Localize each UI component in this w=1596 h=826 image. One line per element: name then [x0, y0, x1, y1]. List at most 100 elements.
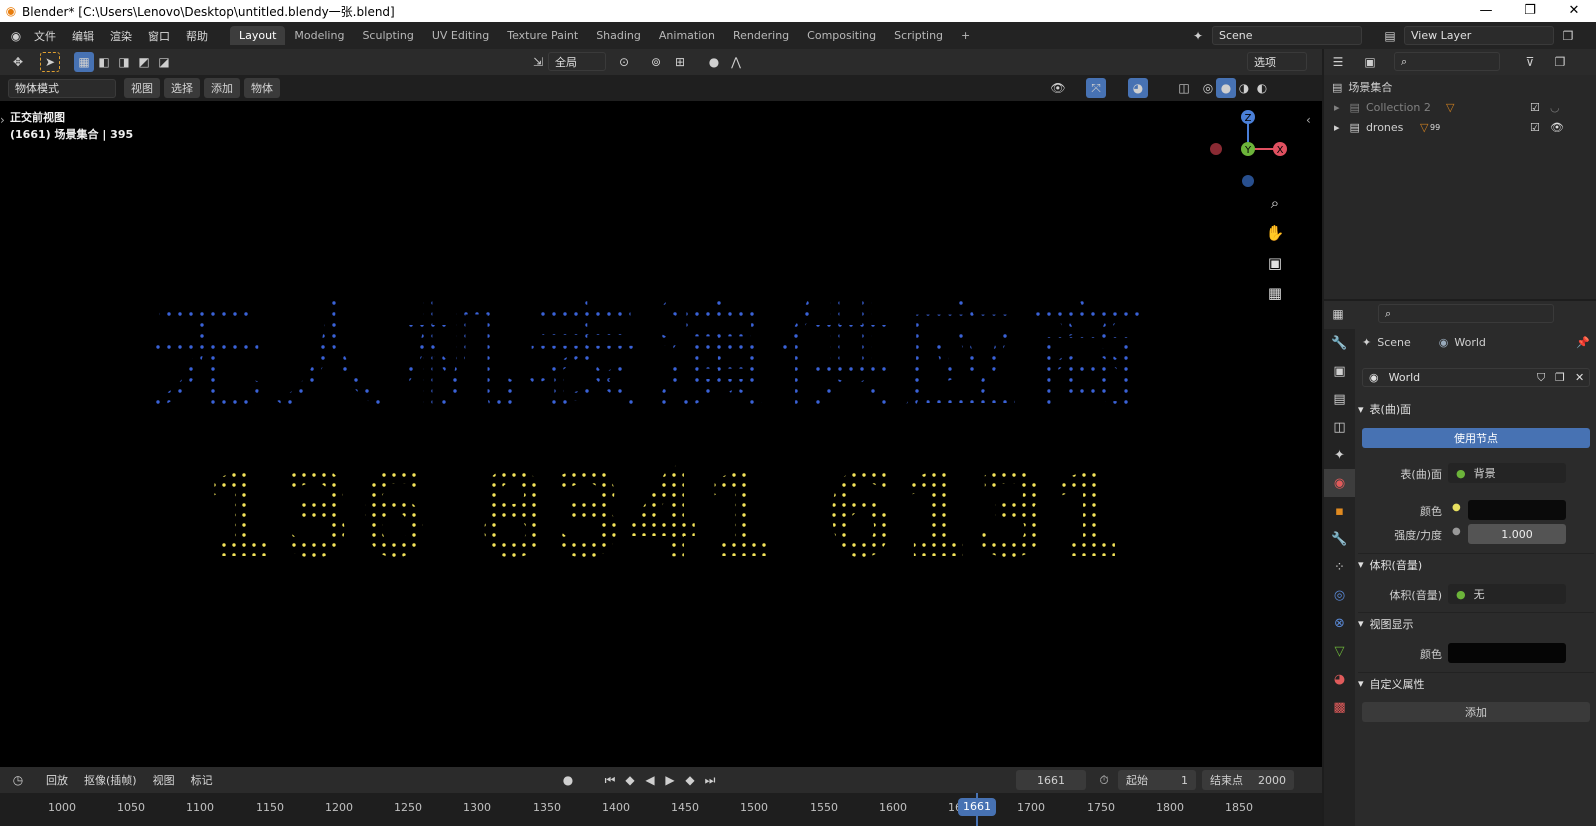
timeline-ruler[interactable]: 1000 1050 1100 1150 1200 1250 1300 1350 …	[0, 793, 1322, 826]
stopwatch-icon[interactable]: ⏱	[1094, 770, 1114, 790]
tab-texture-paint[interactable]: Texture Paint	[498, 26, 587, 45]
camera-view-icon[interactable]: ▣	[1262, 250, 1288, 276]
maximize-button[interactable]: ❐	[1508, 0, 1552, 22]
menu-window[interactable]: 窗口	[140, 28, 178, 44]
tab-view-layer-icon[interactable]: ◫	[1324, 413, 1355, 441]
outliner-editor-icon[interactable]: ☰	[1328, 52, 1348, 72]
tab-animation[interactable]: Animation	[650, 26, 724, 45]
tab-modifier-icon[interactable]: 🔧	[1324, 525, 1355, 553]
tab-shading[interactable]: Shading	[587, 26, 650, 45]
expand-arrow-icon[interactable]: ▸	[1334, 101, 1340, 114]
snap-icon[interactable]: ⊚	[646, 52, 666, 72]
select-extend-icon[interactable]: ◧	[94, 52, 114, 72]
outliner-search[interactable]: ⌕	[1394, 52, 1500, 71]
strength-field[interactable]: 1.000	[1468, 524, 1566, 544]
tab-output-icon[interactable]: ▤	[1324, 385, 1355, 413]
filter-icon[interactable]: ⊽	[1520, 52, 1540, 72]
select-intersect-icon[interactable]: ◪	[154, 52, 174, 72]
jump-start-icon[interactable]: ⏮	[600, 770, 620, 790]
timeline-editor-icon[interactable]: ◷	[8, 770, 28, 790]
pan-hand-icon[interactable]: ✋	[1262, 220, 1288, 246]
tab-constraints-icon[interactable]: ⊗	[1324, 609, 1355, 637]
wireframe-shading-icon[interactable]: ◎	[1198, 78, 1218, 98]
include-checkbox[interactable]: ☑	[1530, 101, 1540, 114]
3d-viewport[interactable]: 正交前视图 (1661) 场景集合 | 395 无人机表演供应商 136 834…	[0, 101, 1322, 767]
playhead[interactable]: 1661	[958, 798, 996, 816]
tab-rendering[interactable]: Rendering	[724, 26, 798, 45]
tab-sculpting[interactable]: Sculpting	[353, 26, 422, 45]
new-collection-icon[interactable]: ❐	[1550, 52, 1570, 72]
minimize-button[interactable]: —	[1464, 0, 1508, 22]
visibility-closed-icon[interactable]: ◡	[1550, 101, 1560, 114]
proportional-edit-icon[interactable]: ●	[704, 52, 724, 72]
add-workspace-button[interactable]: +	[952, 26, 979, 45]
pivot-icon[interactable]: ⊙	[614, 52, 634, 72]
close-button[interactable]: ✕	[1552, 0, 1596, 22]
view-layer-new-icon[interactable]: ❐	[1558, 26, 1578, 46]
menu-add[interactable]: 添加	[204, 78, 240, 98]
menu-edit[interactable]: 编辑	[64, 28, 102, 44]
tab-render-icon[interactable]: ▣	[1324, 357, 1355, 385]
gizmo-neg-x-axis[interactable]	[1210, 143, 1222, 155]
tab-object-icon[interactable]: ▪	[1324, 497, 1355, 525]
use-nodes-button[interactable]: 使用节点	[1362, 428, 1590, 448]
menu-keying[interactable]: 抠像(插帧)	[76, 772, 145, 788]
end-frame-field[interactable]: 结束点 2000	[1202, 770, 1294, 790]
sidebar-toggle-icon[interactable]: ‹	[1306, 113, 1311, 127]
menu-timeline-view[interactable]: 视图	[145, 772, 183, 788]
scene-icon[interactable]: ✦	[1188, 26, 1208, 46]
mode-dropdown[interactable]: 物体模式	[8, 78, 116, 98]
tab-layout[interactable]: Layout	[230, 26, 286, 45]
xray-icon[interactable]: ◫	[1174, 78, 1194, 98]
add-property-button[interactable]: 添加	[1362, 702, 1590, 722]
unlink-icon[interactable]: ✕	[1575, 371, 1584, 384]
editor-type-icon[interactable]: ✥	[8, 52, 28, 72]
toolbar-toggle-icon[interactable]: ›	[0, 113, 5, 127]
falloff-icon[interactable]: ⋀	[726, 52, 746, 72]
duplicate-icon[interactable]: ❐	[1555, 371, 1565, 384]
gizmo-neg-z-axis[interactable]	[1242, 175, 1254, 187]
rendered-shading-icon[interactable]: ◐	[1252, 78, 1272, 98]
view-layer-icon[interactable]: ▤	[1380, 26, 1400, 46]
menu-view[interactable]: 视图	[124, 78, 160, 98]
start-frame-field[interactable]: 起始 1	[1118, 770, 1196, 790]
pin-icon[interactable]: 📌	[1576, 336, 1590, 349]
material-shading-icon[interactable]: ◑	[1234, 78, 1254, 98]
solid-shading-icon[interactable]: ●	[1216, 78, 1236, 98]
current-frame-field[interactable]: 1661	[1016, 770, 1086, 790]
tab-compositing[interactable]: Compositing	[798, 26, 885, 45]
visibility-icon[interactable]: 👁	[1048, 78, 1068, 98]
menu-file[interactable]: 文件	[26, 28, 64, 44]
viewport-color-swatch[interactable]	[1448, 643, 1566, 663]
select-tool-icon[interactable]: ➤	[40, 52, 60, 72]
tab-uv-editing[interactable]: UV Editing	[423, 26, 498, 45]
menu-select[interactable]: 选择	[164, 78, 200, 98]
tab-modeling[interactable]: Modeling	[285, 26, 353, 45]
jump-keyframe-forward-icon[interactable]: ◆	[680, 770, 700, 790]
menu-render[interactable]: 渲染	[102, 28, 140, 44]
viewport-display-panel-header[interactable]: ▾ 视图显示	[1358, 612, 1594, 634]
properties-editor-icon[interactable]: ▦	[1328, 304, 1348, 324]
world-datablock[interactable]: ◉ World ⛉ ❐ ✕	[1362, 368, 1590, 387]
tab-texture-icon[interactable]: ▩	[1324, 693, 1355, 721]
navigation-gizmo[interactable]: Z Y X	[1205, 106, 1295, 196]
transform-orientation-dropdown[interactable]: 全局	[548, 52, 606, 71]
tab-material-icon[interactable]: ◕	[1324, 665, 1355, 693]
volume-panel-header[interactable]: ▾ 体积(音量)	[1358, 553, 1594, 575]
outliner-root-row[interactable]: ▤ 场景集合	[1324, 77, 1596, 97]
include-checkbox[interactable]: ☑	[1530, 121, 1540, 134]
menu-object[interactable]: 物体	[244, 78, 280, 98]
tab-particles-icon[interactable]: ⁘	[1324, 553, 1355, 581]
jump-keyframe-back-icon[interactable]: ◆	[620, 770, 640, 790]
jump-end-icon[interactable]: ⏭	[700, 770, 720, 790]
menu-marker[interactable]: 标记	[183, 772, 221, 788]
fake-user-icon[interactable]: ⛉	[1537, 371, 1545, 385]
visibility-eye-icon[interactable]: 👁	[1550, 121, 1564, 134]
select-subtract-icon[interactable]: ◨	[114, 52, 134, 72]
view-layer-selector[interactable]: View Layer	[1404, 26, 1554, 45]
tab-scene-icon[interactable]: ✦	[1324, 441, 1355, 469]
blender-menu-icon[interactable]: ◉	[6, 26, 26, 46]
tab-tool-icon[interactable]: 🔧	[1324, 329, 1355, 357]
gizmo-toggle-icon[interactable]: ⤧	[1086, 78, 1106, 98]
outliner-row-drones[interactable]: ▸ ▤ drones ▽ 99 ☑ 👁	[1324, 117, 1596, 137]
